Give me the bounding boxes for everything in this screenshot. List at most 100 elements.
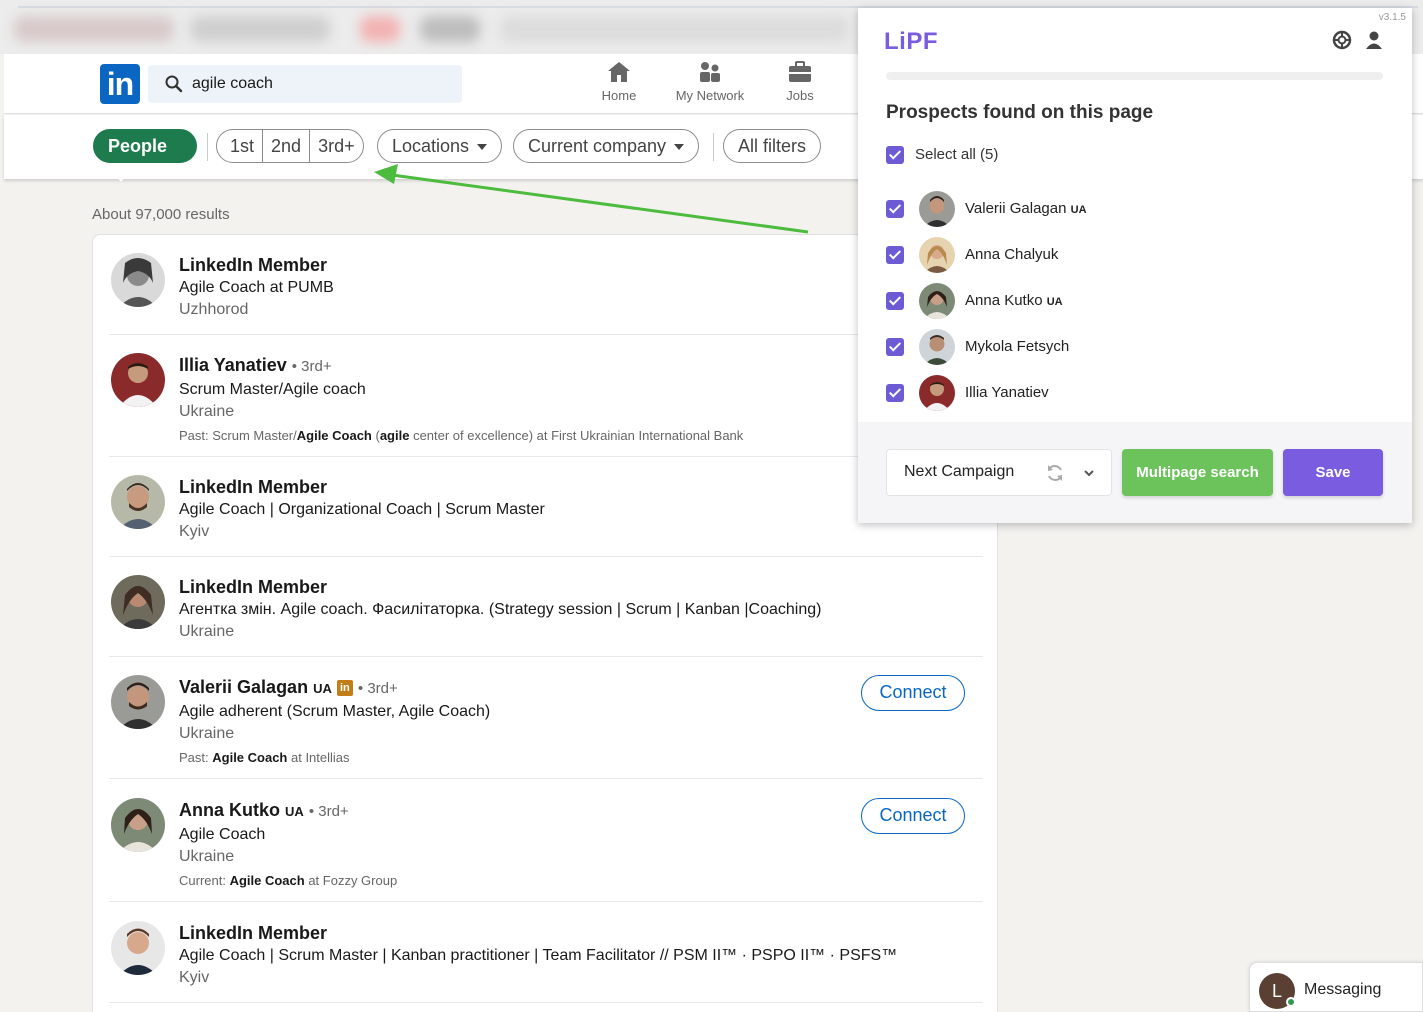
result-location: Ukraine [179,403,235,420]
caret-down-icon [116,176,126,183]
result-name[interactable]: LinkedIn Member [179,575,899,599]
linkedin-logo[interactable]: in [100,64,140,104]
prospect-checkbox[interactable] [886,338,904,356]
locations-filter-button[interactable]: Locations [377,129,503,163]
result-summary: Past: Scrum Master/Agile Coach (agile ce… [179,423,859,449]
divider [713,133,714,161]
prospect-avatar [919,375,955,411]
summary-highlight: agile [379,428,410,443]
people-filter-button[interactable]: People [93,129,197,183]
result-name[interactable]: LinkedIn Member [179,253,859,277]
prospect-name-text: Valerii Galagan [965,200,1067,217]
blurred-tab[interactable] [190,16,330,42]
result-text: Illia Yanatiev • 3rd+ Scrum Master/Agile… [179,353,859,449]
summary-highlight: Agile Coach [212,750,288,765]
result-name[interactable]: Illia Yanatiev • 3rd+ [179,353,859,379]
nav-my-network[interactable]: My Network [665,60,755,103]
result-name-text[interactable]: LinkedIn Member [179,923,327,943]
messaging-label: Messaging [1304,981,1382,998]
prospect-checkbox[interactable] [886,292,904,310]
result-name[interactable]: Anna Kutko UA • 3rd+ [179,798,859,824]
progress-bar [886,72,1383,80]
result-location: Ukraine [179,848,235,865]
result-name[interactable]: LinkedIn Member [179,921,939,945]
blurred-tab[interactable] [500,16,850,42]
result-location: Ukraine [179,623,235,640]
campaign-select[interactable]: Next Campaign [886,449,1112,496]
connect-button[interactable]: Connect [861,675,965,711]
result-headline: Agile Coach at PUMB [179,279,334,296]
prospect-name: Illia Yanatiev [965,384,1049,401]
divider [207,133,208,161]
nav-jobs[interactable]: Jobs [755,60,845,103]
avatar[interactable] [111,353,165,407]
avatar[interactable] [111,798,165,852]
summary-prefix: Past: Scrum Master/ [179,428,297,443]
result-name-text[interactable]: Valerii Galagan [179,677,308,697]
search-input[interactable] [192,65,452,103]
result-item: LinkedIn Member Agile Coach at PUMB Uzhh… [109,253,983,335]
result-headline: Agile Coach | Organizational Coach | Scr… [179,501,545,518]
result-text: Anna Kutko UA • 3rd+ Agile Coach Ukraine… [179,798,859,894]
result-name-text[interactable]: Illia Yanatiev [179,355,287,375]
prospect-item: Valerii Galagan UA [886,191,1366,227]
all-filters-button[interactable]: All filters [723,129,822,163]
prospect-checkbox[interactable] [886,200,904,218]
avatar[interactable] [111,253,165,307]
country-flag-badge: UA [313,681,332,696]
result-name-text[interactable]: LinkedIn Member [179,255,327,275]
prospect-item: Anna Kutko UA [886,283,1366,319]
messaging-widget[interactable]: L Messaging [1249,962,1423,1012]
summary-suffix: at Fozzy Group [304,873,398,888]
avatar[interactable] [111,921,165,975]
panel-footer: Next Campaign Multipage search Save [858,422,1412,523]
blurred-tab[interactable] [360,16,400,42]
summary-highlight: Agile Coach [229,873,305,888]
result-name-text[interactable]: LinkedIn Member [179,477,327,497]
user-icon[interactable] [1364,30,1384,50]
lipf-brand: LiPF [884,28,938,55]
blurred-tab[interactable] [14,16,174,42]
prospect-avatar [919,191,955,227]
prospect-checkbox[interactable] [886,384,904,402]
connection-degree-filter: 1st 2nd 3rd+ [216,129,364,163]
multipage-search-button[interactable]: Multipage search [1122,449,1273,496]
result-location: Kyiv [179,523,210,540]
result-summary: Current: Agile Coach at Fozzy Group [179,868,859,894]
prospect-checkbox[interactable] [886,246,904,264]
filter-2nd[interactable]: 2nd [262,130,309,162]
prospect-name-text: Anna Kutko [965,292,1043,309]
save-button[interactable]: Save [1283,449,1383,496]
result-name-text[interactable]: LinkedIn Member [179,577,327,597]
prospect-name: Valerii Galagan UA [965,200,1087,217]
connect-button[interactable]: Connect [861,798,965,834]
filter-1st[interactable]: 1st [217,130,262,162]
result-name[interactable]: Valerii Galagan UA in • 3rd+ [179,675,859,701]
prospect-name: Anna Chalyuk [965,246,1058,263]
nav-home[interactable]: Home [574,60,664,103]
select-all-label[interactable]: Select all (5) [915,146,998,163]
panel-icons [1332,30,1384,50]
summary-prefix: Past: [179,750,213,765]
campaign-select-value: Next Campaign [904,463,1015,480]
search-box[interactable] [148,65,462,103]
caret-down-icon [477,144,488,151]
connection-degree: • 3rd+ [357,680,398,697]
avatar[interactable] [111,575,165,629]
refresh-icon[interactable] [1045,463,1065,483]
my-network-icon [700,62,720,82]
chevron-down-icon[interactable] [1083,467,1095,479]
nav-home-label: Home [601,88,637,103]
prospect-avatar [919,283,955,319]
current-company-filter-button[interactable]: Current company [513,129,700,163]
avatar[interactable] [111,675,165,729]
filter-3rd-plus[interactable]: 3rd+ [309,130,363,162]
avatar[interactable] [111,475,165,529]
result-location: Ukraine [179,725,235,742]
result-name-text[interactable]: Anna Kutko [179,800,280,820]
support-icon[interactable] [1332,30,1352,50]
result-name[interactable]: LinkedIn Member [179,475,859,499]
summary-suffix: at Intellias [287,750,350,765]
select-all-checkbox[interactable] [886,146,904,164]
blurred-tab[interactable] [420,16,480,42]
